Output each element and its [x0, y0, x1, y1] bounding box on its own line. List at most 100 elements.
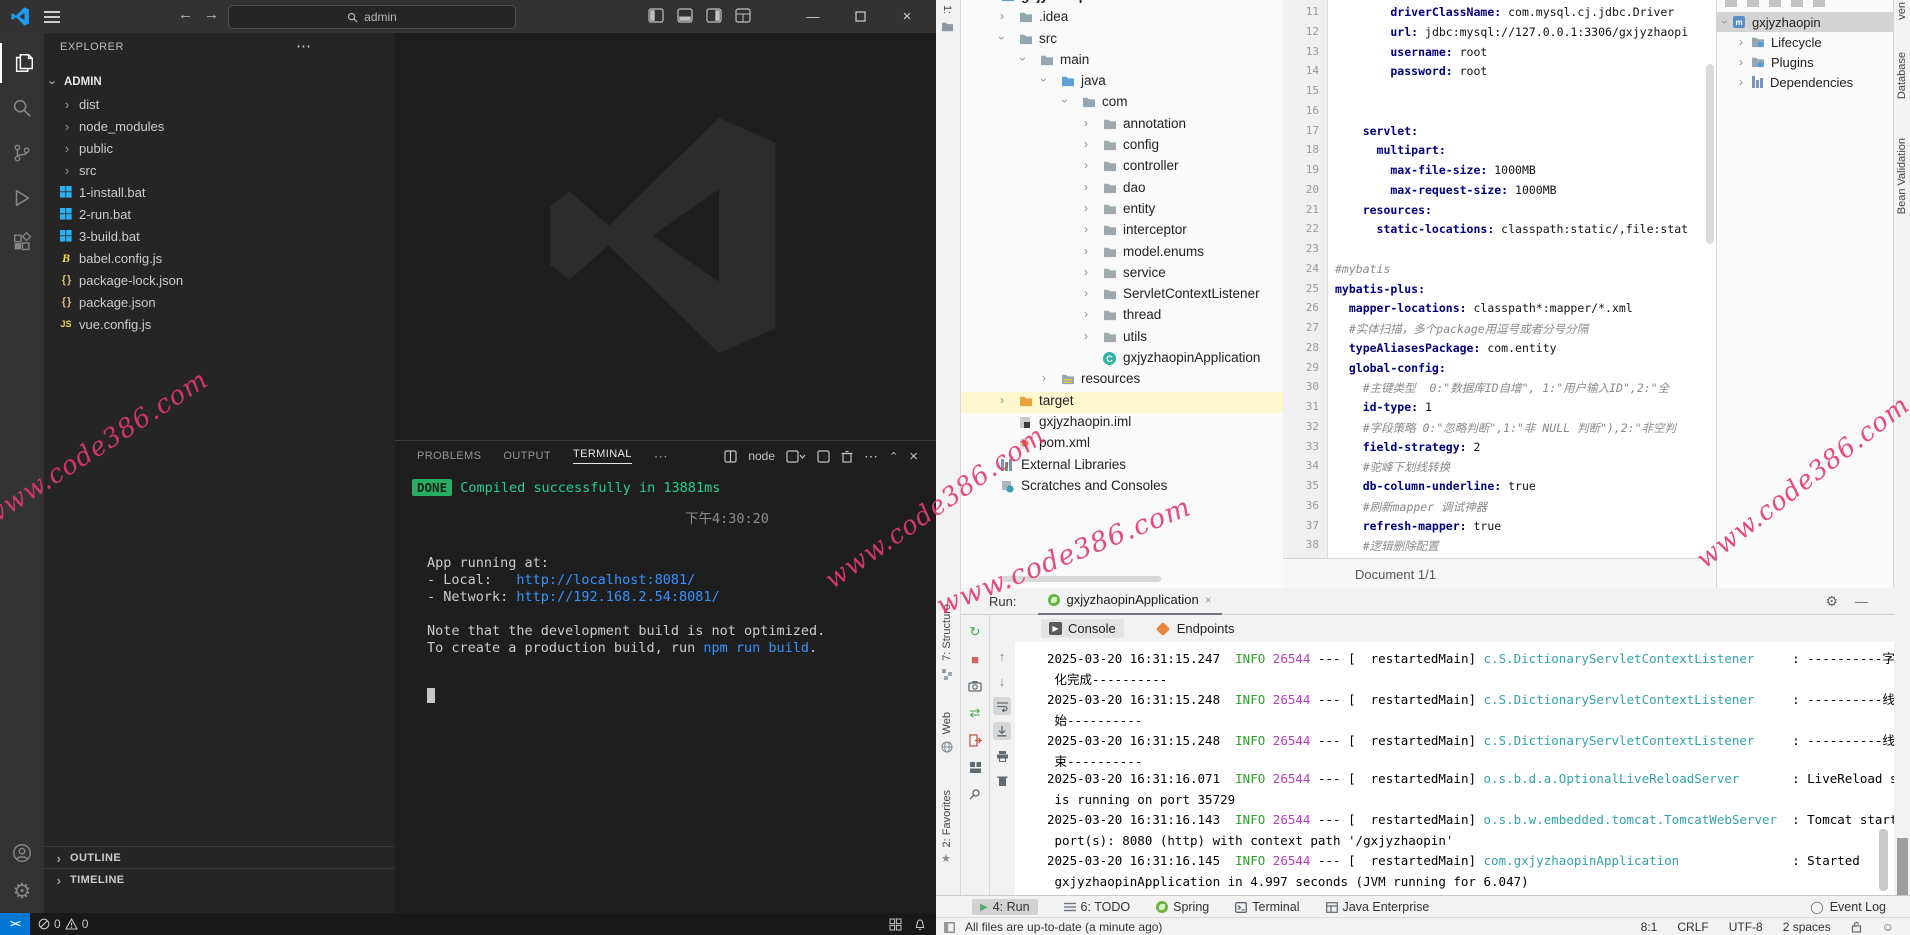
tree-item[interactable]: ›dao [961, 179, 1283, 200]
exit-icon[interactable] [966, 731, 984, 749]
toolbutton-todo[interactable]: 6: TODO [1064, 900, 1131, 914]
lock-icon[interactable] [1851, 921, 1862, 933]
tree-item[interactable]: ›com [961, 93, 1283, 114]
maven-item[interactable]: ›Lifecycle [1717, 32, 1895, 52]
outline-section[interactable]: › OUTLINE [44, 846, 395, 869]
timeline-section[interactable]: › TIMELINE [44, 868, 395, 891]
toolbutton-maven[interactable]: ven [1896, 2, 1908, 20]
tab-problems[interactable]: PROBLEMS [417, 450, 481, 462]
local-url-link[interactable]: http://localhost:8081/ [516, 572, 695, 588]
back-arrow-icon[interactable]: ← [178, 6, 193, 23]
line-ending[interactable]: CRLF [1677, 920, 1708, 934]
toolbutton-run[interactable]: ▶4: Run [972, 899, 1038, 915]
maximize-button[interactable] [845, 0, 875, 33]
tree-item[interactable]: ›entity [961, 200, 1283, 221]
toolbutton-terminal[interactable]: Terminal [1235, 900, 1299, 914]
remote-indicator[interactable]: >< [0, 913, 30, 935]
source-control-tab-icon[interactable] [0, 133, 44, 173]
account-icon[interactable] [0, 833, 44, 873]
encoding[interactable]: UTF-8 [1729, 920, 1763, 934]
panel-tabs-more-icon[interactable]: ⋯ [654, 448, 668, 465]
file-row[interactable]: JSvue.config.js [44, 313, 395, 335]
scroll-to-end-icon[interactable] [993, 722, 1011, 740]
toolbutton-database[interactable]: Database [1896, 52, 1908, 99]
customize-layout-icon[interactable] [735, 8, 751, 23]
rerun-failed-icon[interactable]: ⇄ [966, 704, 984, 722]
tree-item[interactable]: ›model.enums [961, 243, 1283, 264]
close-button[interactable]: × [892, 0, 922, 33]
maven-item[interactable]: ›Dependencies [1717, 72, 1895, 92]
yaml-editor[interactable]: 11 driverClassName: com.mysql.cj.jdbc.Dr… [1283, 0, 1716, 558]
panel-maximize-icon[interactable]: ⌃ [889, 450, 898, 463]
forward-arrow-icon[interactable]: → [204, 6, 219, 23]
ide-errors-icon[interactable]: ☺ [1882, 920, 1894, 934]
tree-item[interactable]: ›ServletContextListener [961, 285, 1283, 306]
tab-endpoints[interactable]: Endpoints [1158, 621, 1235, 636]
tree-item[interactable]: pom.xml [961, 434, 1283, 455]
file-row[interactable]: { }package-lock.json [44, 269, 395, 291]
toggle-secondary-sidebar-icon[interactable] [706, 8, 722, 23]
file-row[interactable]: 2-run.bat [44, 203, 395, 225]
file-row[interactable]: 1-install.bat [44, 181, 395, 203]
rerun-icon[interactable]: ↻ [966, 623, 984, 641]
tree-item[interactable]: ›utils [961, 328, 1283, 349]
run-debug-tab-icon[interactable] [0, 178, 44, 218]
folder-row[interactable]: ›node_modules [44, 115, 395, 137]
toolbutton-spring[interactable]: Spring [1156, 900, 1209, 914]
ports-icon[interactable] [889, 918, 902, 931]
tree-item-root[interactable]: gxjyzhaopin [961, 0, 1283, 8]
hide-panel-icon[interactable]: — [1855, 594, 1868, 609]
tree-item-target[interactable]: ›target [961, 392, 1283, 413]
notifications-bell-icon[interactable] [914, 918, 926, 931]
tree-item[interactable]: ›annotation [961, 115, 1283, 136]
tree-item[interactable]: ›src [961, 30, 1283, 51]
new-terminal-dropdown[interactable] [786, 450, 806, 463]
explorer-tab-icon[interactable] [0, 43, 46, 83]
toolbutton-web[interactable]: Web [941, 712, 953, 753]
print-icon[interactable] [993, 747, 1011, 765]
toolbutton-project[interactable]: 1: [941, 2, 954, 32]
explorer-more-icon[interactable]: ⋯ [296, 37, 311, 55]
tab-output[interactable]: OUTPUT [503, 450, 551, 462]
tree-item[interactable]: ›config [961, 136, 1283, 157]
file-row[interactable]: { }package.json [44, 291, 395, 313]
toggle-sidebar-icon[interactable] [648, 8, 664, 23]
toolbutton-structure[interactable]: 7: Structure [941, 604, 953, 680]
close-tab-icon[interactable]: × [1205, 593, 1212, 607]
tree-item[interactable]: ›controller [961, 157, 1283, 178]
caret-position[interactable]: 8:1 [1641, 920, 1658, 934]
tree-item[interactable]: ›interceptor [961, 221, 1283, 242]
tree-item[interactable]: ›main [961, 51, 1283, 72]
tree-item-main-class[interactable]: CgxjyzhaopinApplication [961, 349, 1283, 370]
tree-item-scratches[interactable]: Scratches and Consoles [961, 477, 1283, 498]
explorer-root-row[interactable]: › ADMIN [44, 71, 395, 93]
file-row[interactable]: 3-build.bat [44, 225, 395, 247]
console-output[interactable]: 2025-03-20 16:31:15.247 INFO 26544 --- [… [1015, 642, 1894, 895]
tree-item-external-libraries[interactable]: External Libraries [961, 456, 1283, 477]
folder-row[interactable]: ›public [44, 137, 395, 159]
tree-item[interactable]: gxjyzhaopin.iml [961, 413, 1283, 434]
tree-item[interactable]: ›thread [961, 306, 1283, 327]
toolwindow-toggle-icon[interactable] [944, 922, 955, 933]
toggle-panel-icon[interactable] [677, 8, 693, 23]
clear-console-icon[interactable] [993, 772, 1011, 790]
folder-row[interactable]: ›src [44, 159, 395, 181]
search-tab-icon[interactable] [0, 88, 44, 128]
layout-icon[interactable] [966, 758, 984, 776]
screenshot-icon[interactable] [966, 677, 984, 695]
indent-setting[interactable]: 2 spaces [1783, 920, 1831, 934]
console-scrollbar[interactable] [1879, 829, 1888, 891]
menu-icon[interactable] [44, 8, 60, 24]
up-stacktrace-icon[interactable]: ↑ [993, 647, 1011, 665]
tree-horizontal-scrollbar[interactable] [1001, 576, 1161, 582]
maven-root-row[interactable]: ›mgxjyzhaopin [1717, 12, 1895, 32]
maven-item[interactable]: ›Plugins [1717, 52, 1895, 72]
run-configuration-tab[interactable]: gxjyzhaopinApplication × [1038, 587, 1221, 616]
panel-close-icon[interactable]: × [909, 448, 918, 465]
stop-icon[interactable]: ■ [966, 650, 984, 668]
toolbutton-java-enterprise[interactable]: Java Enterprise [1326, 900, 1430, 914]
toolbutton-bean-validation[interactable]: Bean Validation [1896, 138, 1908, 214]
network-url-link[interactable]: http://192.168.2.54:8081/ [516, 589, 719, 605]
down-stacktrace-icon[interactable]: ↓ [993, 672, 1011, 690]
pin-icon[interactable] [966, 785, 984, 803]
